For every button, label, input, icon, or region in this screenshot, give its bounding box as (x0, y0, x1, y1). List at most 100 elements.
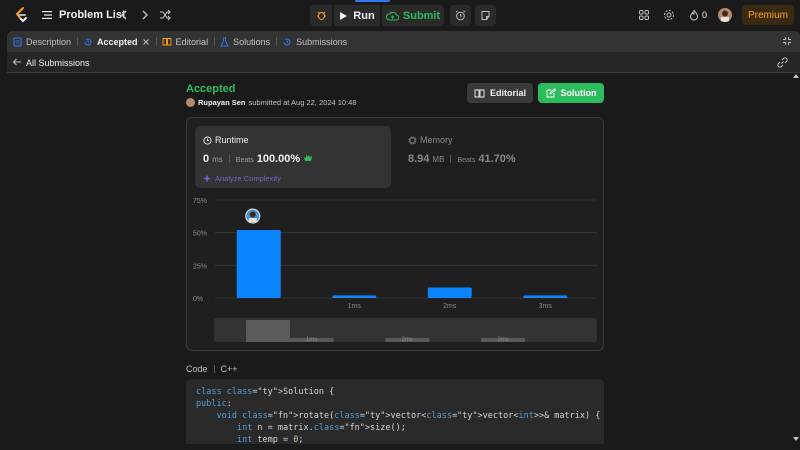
stat-divider (450, 155, 452, 163)
all-submissions-link[interactable]: All Submissions (26, 58, 90, 68)
code-label: Code (186, 364, 208, 374)
chart-bar (427, 287, 472, 298)
minimap-tick-label: 1ms (306, 337, 317, 342)
runtime-distribution-chart: 0% 25% 50% 75% 1ms 2ms 3ms (187, 194, 605, 314)
runtime-unit: ms (212, 155, 223, 164)
top-navbar: Problem List Run Submit 0 Premium (0, 0, 800, 30)
list-icon[interactable] (41, 9, 53, 21)
flask-icon (220, 37, 229, 46)
cloud-upload-icon (385, 11, 399, 21)
tab-label: Editorial (175, 36, 209, 47)
runtime-panel[interactable]: Runtime 0 ms Beats 100.00% Analyze Compl… (195, 126, 391, 188)
clock-icon (203, 135, 212, 145)
scroll-down-icon[interactable] (793, 437, 799, 441)
memory-stats: 8.94 MB Beats 41.70% (408, 153, 516, 165)
clap-icon (304, 155, 313, 161)
run-label: Run (353, 9, 375, 22)
description-icon (13, 37, 22, 46)
timer-button[interactable] (450, 5, 471, 26)
memory-value: 8.94 (408, 153, 430, 165)
stat-divider (228, 155, 230, 163)
submit-label: Submit (402, 9, 441, 22)
collapse-icon[interactable] (782, 36, 792, 46)
memory-beats-value: 41.70% (478, 153, 516, 165)
submission-subheader: All Submissions (7, 52, 800, 73)
chart-svg: 0% 25% 50% 75% 1ms 2ms 3ms (193, 198, 597, 310)
code-line: class class="ty">Solution { (196, 387, 335, 397)
history-icon (84, 38, 92, 45)
fire-icon[interactable] (688, 9, 700, 21)
scroll-up-icon[interactable] (793, 74, 799, 78)
tab-description[interactable]: Description (7, 31, 79, 52)
runtime-title-label: Runtime (215, 135, 249, 145)
editorial-button[interactable]: Editorial (467, 83, 533, 103)
code-line: void class="fn">rotate(class="ty">vector… (216, 411, 601, 421)
link-icon[interactable] (777, 57, 788, 68)
minimap-svg: 1ms 2ms 3ms (246, 320, 526, 342)
analyze-label: Analyze Complexity (215, 174, 281, 183)
code-header: Code C++ (186, 364, 238, 374)
debug-button[interactable] (310, 5, 332, 26)
run-button[interactable]: Run (334, 5, 380, 26)
arrow-left-icon[interactable] (12, 57, 22, 67)
solution-button-label: Solution (560, 88, 597, 98)
chart-bar (523, 295, 568, 298)
y-tick-label: 25% (193, 263, 207, 270)
avatar-face (249, 211, 256, 218)
leetcode-logo-icon[interactable] (12, 6, 30, 24)
tab-solutions[interactable]: Solutions (214, 31, 278, 52)
runtime-beats-value: 100.00% (256, 153, 301, 165)
book-icon (474, 89, 485, 97)
code-line: int n = matrix.class="fn">size(); (236, 423, 406, 433)
premium-button[interactable]: Premium (742, 5, 794, 25)
runtime-beats-label: Beats (235, 157, 254, 164)
grid-apps-icon[interactable] (638, 9, 650, 21)
tab-label: Accepted (97, 36, 138, 47)
run-toolbar: Run Submit (310, 5, 496, 26)
x-tick-label: 3ms (539, 303, 553, 310)
streak-count: 0 (702, 10, 708, 20)
y-tick-label: 75% (193, 198, 207, 205)
avatar-body (248, 218, 257, 223)
memory-title[interactable]: Memory (408, 135, 453, 145)
tab-accepted[interactable]: Accepted (77, 31, 157, 52)
chevron-left-icon[interactable] (117, 8, 131, 22)
performance-card: Runtime 0 ms Beats 100.00% Analyze Compl… (186, 117, 604, 351)
chart-bar (236, 230, 281, 298)
runtime-stats: 0 ms Beats 100.00% (203, 153, 313, 165)
analyze-complexity-link[interactable]: Analyze Complexity (203, 174, 281, 183)
tab-label: Solutions (233, 36, 271, 47)
y-tick-label: 50% (193, 231, 207, 238)
alarm-clock-icon (455, 10, 466, 21)
memory-unit: MB (432, 155, 445, 164)
active-indicator (355, 0, 390, 2)
memory-beats-label: Beats (457, 157, 476, 164)
memory-chip-icon (408, 136, 417, 144)
chart-bar (332, 295, 377, 298)
close-icon[interactable] (142, 38, 150, 46)
submission-time: submitted at Aug 22, 2024 10:48 (248, 98, 357, 107)
y-tick-label: 0% (193, 296, 203, 303)
tab-label: Submissions (296, 36, 348, 47)
memory-title-label: Memory (420, 135, 453, 145)
code-block[interactable]: class class="ty">Solution {public: void … (186, 379, 604, 444)
x-tick-label: 2ms (443, 303, 457, 310)
user-avatar-small (186, 98, 195, 107)
tab-submissions[interactable]: Submissions (276, 31, 353, 52)
submission-meta: Rupayan Sen submitted at Aug 22, 2024 10… (186, 98, 357, 107)
tab-editorial[interactable]: Editorial (156, 31, 216, 52)
note-icon (481, 11, 490, 20)
notes-button[interactable] (475, 5, 496, 26)
gear-icon[interactable] (663, 9, 675, 21)
chart-minimap[interactable]: 1ms 2ms 3ms (214, 318, 597, 342)
problem-list-link[interactable]: Problem List (59, 9, 126, 21)
solution-button[interactable]: Solution (538, 83, 604, 103)
scrollbar[interactable] (792, 73, 800, 444)
submission-user[interactable]: Rupayan Sen (198, 98, 246, 107)
minimap-tick-label: 3ms (497, 337, 508, 342)
user-avatar[interactable] (718, 8, 732, 22)
history-icon (283, 38, 291, 45)
shuffle-icon[interactable] (158, 8, 172, 22)
submit-button[interactable]: Submit (382, 5, 444, 26)
chevron-right-icon[interactable] (138, 8, 152, 22)
